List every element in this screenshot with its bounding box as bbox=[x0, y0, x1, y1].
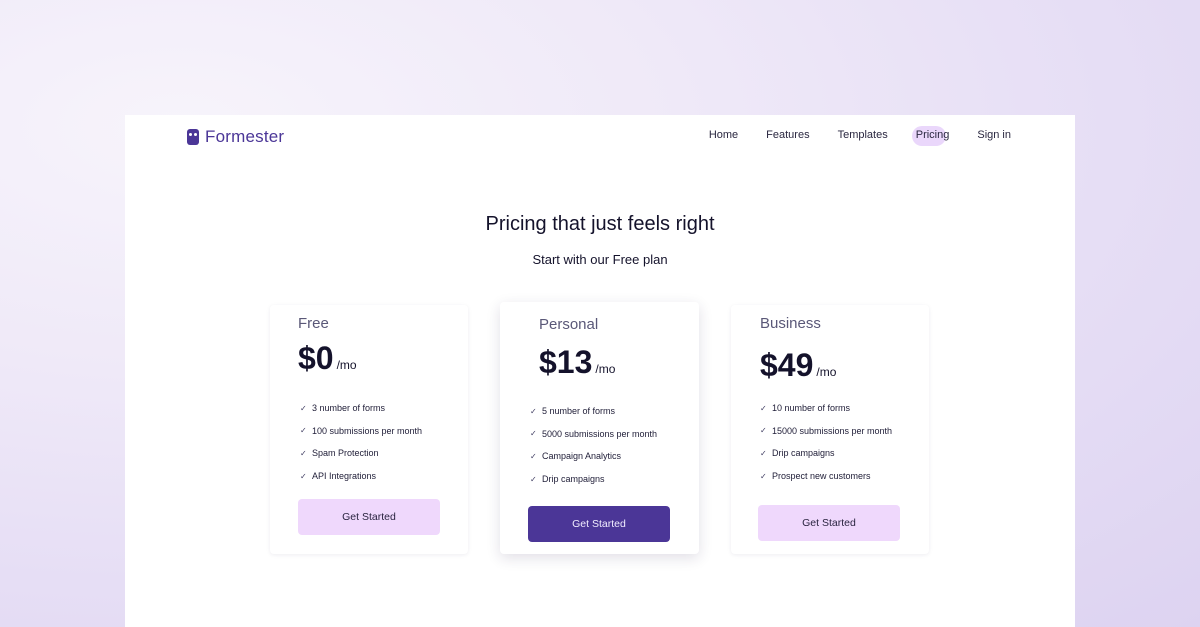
page-title: Pricing that just feels right bbox=[485, 213, 715, 235]
price-period: /mo bbox=[595, 362, 616, 376]
plan-name: Personal bbox=[539, 316, 599, 333]
check-icon: ✓ bbox=[760, 426, 767, 436]
check-icon: ✓ bbox=[760, 448, 767, 458]
nav-templates[interactable]: Templates bbox=[838, 129, 888, 141]
list-item: ✓ 5 number of forms bbox=[530, 406, 616, 417]
list-item: ✓ API Integrations bbox=[300, 471, 377, 482]
list-item: ✓ 100 submissions per month bbox=[300, 425, 423, 436]
get-started-button-personal[interactable]: Get Started bbox=[528, 506, 670, 542]
brand-logo[interactable]: Formester bbox=[187, 127, 284, 147]
price-row: $0 /mo bbox=[298, 340, 357, 377]
get-started-button-free[interactable]: Get Started bbox=[298, 499, 440, 535]
list-item: ✓ 15000 submissions per month bbox=[760, 425, 893, 436]
nav-features[interactable]: Features bbox=[766, 129, 809, 141]
list-item: ✓ 10 number of forms bbox=[760, 403, 851, 414]
price-period: /mo bbox=[336, 358, 357, 372]
check-icon: ✓ bbox=[530, 429, 537, 439]
plan-price: $0 bbox=[298, 340, 334, 376]
brand-name: Formester bbox=[205, 127, 285, 146]
price-period: /mo bbox=[816, 365, 837, 379]
list-item: ✓ Drip campaigns bbox=[530, 474, 605, 485]
nav-links: Home Features Templates Pricing Sign in bbox=[709, 126, 1011, 146]
feature-list: ✓ 10 number of forms ✓ 15000 submissions p… bbox=[760, 397, 892, 487]
plan-card-free: Free $0 /mo ✓ 3 number of forms ✓ 100 subm… bbox=[270, 305, 468, 554]
page: Formester Home Features Templates Pricin… bbox=[125, 115, 1075, 627]
nav-sign-in[interactable]: Sign in bbox=[977, 129, 1011, 141]
plan-price: $49 bbox=[760, 347, 814, 383]
price-row: $49 /mo bbox=[760, 347, 836, 384]
list-item: ✓ Campaign Analytics bbox=[530, 451, 622, 462]
nav-home[interactable]: Home bbox=[709, 129, 738, 141]
plan-name: Business bbox=[760, 315, 821, 332]
price-row: $13 /mo bbox=[539, 344, 615, 381]
list-item: ✓ Drip campaigns bbox=[760, 448, 835, 459]
feature-list: ✓ 5 number of forms ✓ 5000 submissions per… bbox=[530, 400, 657, 490]
plan-card-business: Business $49 /mo ✓ 10 number of forms ✓ 15… bbox=[731, 305, 929, 554]
nav-pricing[interactable]: Pricing bbox=[911, 126, 949, 146]
plan-name: Free bbox=[298, 315, 329, 332]
list-item: ✓ 5000 submissions per month bbox=[530, 428, 658, 439]
feature-list: ✓ 3 number of forms ✓ 100 submissions per … bbox=[300, 397, 422, 487]
top-nav: Formester Home Features Templates Pricin… bbox=[125, 115, 1075, 159]
list-item: ✓ Prospect new customers bbox=[760, 471, 871, 482]
formester-logo-icon bbox=[187, 129, 199, 145]
check-icon: ✓ bbox=[760, 471, 767, 481]
list-item: ✓ Spam Protection bbox=[300, 448, 379, 459]
check-icon: ✓ bbox=[300, 448, 307, 458]
check-icon: ✓ bbox=[760, 403, 767, 413]
list-item: ✓ 3 number of forms bbox=[300, 403, 386, 414]
get-started-button-business[interactable]: Get Started bbox=[758, 505, 900, 541]
check-icon: ✓ bbox=[530, 474, 537, 484]
check-icon: ✓ bbox=[300, 426, 307, 436]
plan-card-personal: Personal $13 /mo ✓ 5 number of forms ✓ 500… bbox=[500, 302, 699, 554]
page-subtitle: Start with our Free plan bbox=[532, 252, 668, 267]
check-icon: ✓ bbox=[300, 403, 307, 413]
plan-price: $13 bbox=[539, 344, 593, 380]
check-icon: ✓ bbox=[530, 406, 537, 416]
check-icon: ✓ bbox=[530, 451, 537, 461]
check-icon: ✓ bbox=[300, 471, 307, 481]
